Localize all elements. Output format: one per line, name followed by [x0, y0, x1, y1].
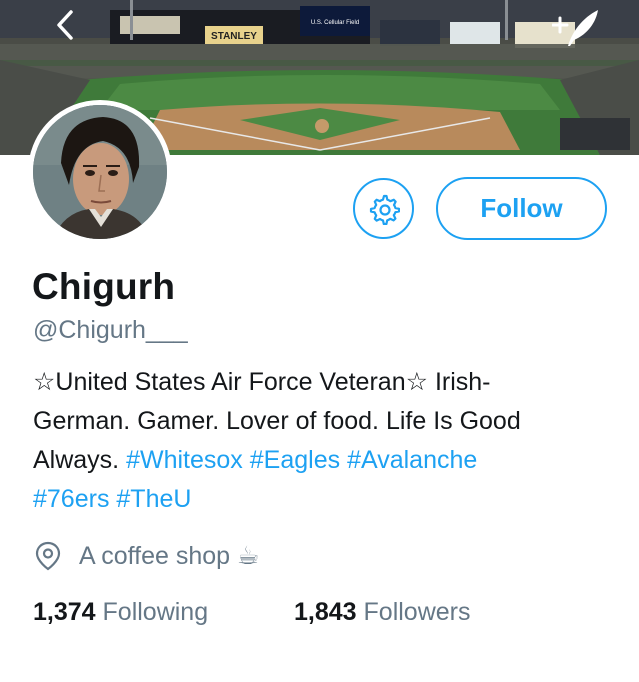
- bio-line-1: ☆United States Air Force Veteran☆ Irish-: [33, 368, 491, 396]
- location-pin-icon: [35, 541, 61, 571]
- bio-line-3: Always. #Whitesox #Eagles #Avalanche: [33, 441, 608, 480]
- location-text: A coffee shop ☕: [79, 542, 260, 570]
- bio-text: Always.: [33, 446, 127, 474]
- back-button[interactable]: [48, 8, 82, 42]
- followers-count: 1,843: [294, 598, 357, 626]
- following-label: Following: [102, 598, 209, 626]
- chevron-left-icon: [57, 10, 73, 40]
- stadium-sign-cellular: U.S. Cellular Field: [311, 20, 359, 26]
- settings-button[interactable]: [353, 178, 414, 239]
- stadium-sign-stanley: STANLEY: [211, 31, 257, 42]
- profile-bio: ☆United States Air Force Veteran☆ Irish-…: [33, 363, 608, 519]
- follow-button[interactable]: Follow: [436, 177, 607, 240]
- followers-link[interactable]: 1,843 Followers: [294, 598, 471, 627]
- profile-name: Chigurh: [32, 266, 176, 307]
- hashtag-eagles[interactable]: #Eagles: [250, 446, 340, 474]
- compose-tweet-icon: [552, 10, 598, 46]
- profile-handle: @Chigurh___: [33, 316, 188, 344]
- profile-photo: [33, 105, 167, 239]
- gear-icon: [369, 194, 400, 225]
- following-count: 1,374: [33, 598, 96, 626]
- avatar[interactable]: [28, 100, 172, 244]
- following-link[interactable]: 1,374 Following: [33, 598, 208, 627]
- hashtag-76ers[interactable]: #76ers: [33, 485, 109, 513]
- followers-label: Followers: [363, 598, 471, 626]
- bio-line-2: German. Gamer. Lover of food. Life Is Go…: [33, 407, 521, 435]
- hashtag-whitesox[interactable]: #Whitesox: [126, 446, 243, 474]
- profile-location: A coffee shop ☕: [33, 541, 259, 571]
- hashtag-theu[interactable]: #TheU: [116, 485, 191, 513]
- bio-line-4: #76ers #TheU: [33, 480, 608, 519]
- hashtag-avalanche[interactable]: #Avalanche: [347, 446, 477, 474]
- compose-tweet-button[interactable]: [552, 6, 602, 48]
